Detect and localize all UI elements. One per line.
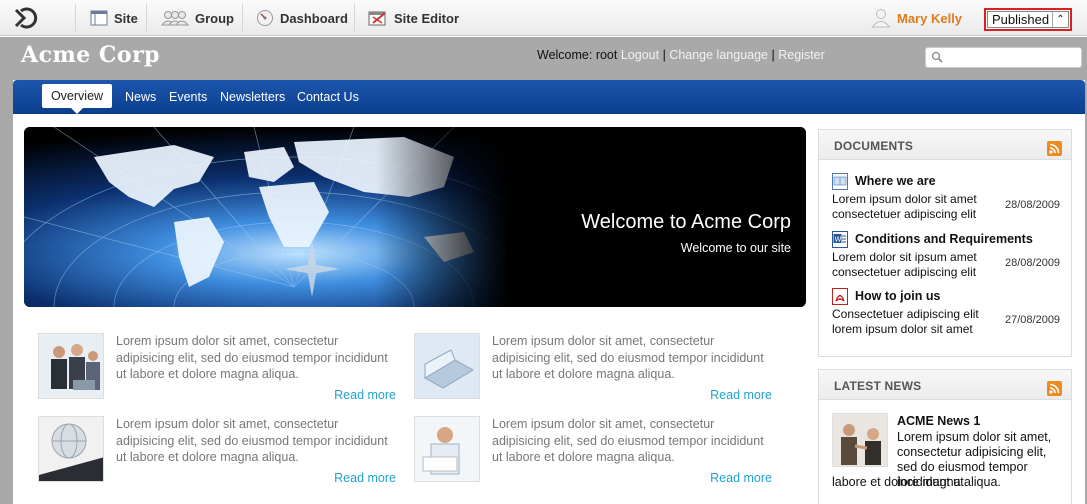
site-editor-icon [368, 11, 386, 26]
teaser-item: Lorem ipsum dolor sit amet, consectetur … [414, 416, 774, 486]
search-input[interactable] [946, 49, 1076, 66]
documents-panel-header: DOCUMENTS [819, 130, 1071, 160]
toolbar-divider [242, 4, 243, 32]
news-summary-continued: labore et dolore magna aliqua. [832, 475, 1001, 489]
nav-item-overview[interactable]: Overview [42, 84, 112, 114]
word-document-icon: W [832, 231, 848, 248]
teaser-text: Lorem ipsum dolor sit amet, consectetur … [492, 334, 764, 381]
toolbar-divider [354, 4, 355, 32]
pdf-icon [832, 288, 848, 305]
hero-banner: Welcome to Acme Corp Welcome to our site [24, 127, 806, 307]
news-title-link[interactable]: ACME News 1 [897, 414, 980, 428]
link-separator: | [662, 48, 666, 62]
site-editor-menu-label: Site Editor [394, 10, 460, 26]
site-menu-label: Site [114, 10, 138, 26]
register-link[interactable]: Register [778, 48, 825, 62]
user-name: Mary Kelly [897, 10, 963, 26]
teaser-item: Lorem ipsum dolor sit amet, consectetur … [414, 333, 774, 403]
documents-heading: DOCUMENTS [834, 139, 914, 153]
documents-panel: DOCUMENTS Where we are Lorem ipsum dolor… [818, 129, 1072, 357]
link-separator: | [771, 48, 775, 62]
nav-item-contact-us[interactable]: Contact Us [297, 90, 359, 104]
teaser-text: Lorem ipsum dolor sit amet, consectetur … [116, 334, 388, 381]
news-thumbnail[interactable] [832, 413, 888, 467]
document-link[interactable]: Where we are [855, 174, 936, 188]
spreadsheet-icon [832, 173, 848, 190]
search-box[interactable] [925, 47, 1082, 68]
main-navigation: Overview News Events Newsletters Contact… [13, 80, 1085, 114]
search-icon [931, 51, 943, 63]
read-more-link[interactable]: Read more [710, 388, 772, 402]
group-menu-label: Group [195, 10, 234, 26]
latest-news-heading: LATEST NEWS [834, 379, 922, 393]
group-menu-button[interactable]: Group [161, 0, 234, 36]
up-down-arrows-icon: ⌃ [1052, 12, 1068, 27]
read-more-link[interactable]: Read more [334, 471, 396, 485]
teaser-text: Lorem ipsum dolor sit amet, consectetur … [492, 417, 764, 464]
hero-title: Welcome to Acme Corp [581, 211, 791, 233]
nav-item-news[interactable]: News [125, 90, 156, 104]
document-date: 28/08/2009 [1005, 257, 1061, 269]
rss-feed-icon[interactable] [1047, 381, 1062, 396]
site-editor-menu-button[interactable]: Site Editor [368, 0, 459, 36]
document-description: Lorem ipsum dolor sit amet consectetuer … [832, 192, 977, 221]
welcome-user-text: Welcome: root [537, 48, 618, 62]
latest-news-panel-header: LATEST NEWS [819, 370, 1071, 400]
publish-state-value: Published [992, 12, 1050, 27]
site-menu-button[interactable]: Site [90, 0, 138, 36]
document-date: 28/08/2009 [1005, 199, 1061, 211]
site-frame: Acme Corp Welcome: root Logout | Change … [0, 37, 1087, 504]
teaser-item: Lorem ipsum dolor sit amet, consectetur … [38, 333, 398, 403]
nav-item-newsletters[interactable]: Newsletters [220, 90, 285, 104]
business-team-thumbnail[interactable] [38, 333, 104, 399]
document-description: Lorem dolor sit ipsum amet consectetuer … [832, 250, 977, 279]
group-icon [161, 11, 189, 26]
teaser-text: Lorem ipsum dolor sit amet, consectetur … [116, 417, 388, 464]
user-menu-button[interactable]: Mary Kelly [871, 0, 962, 36]
read-more-link[interactable]: Read more [334, 388, 396, 402]
hero-subtitle: Welcome to our site [680, 241, 791, 255]
globe-keyboard-thumbnail[interactable] [38, 416, 104, 482]
user-avatar-icon [871, 9, 891, 28]
admin-toolbar: Site Group Dashboard Site Editor Mary Ke… [0, 0, 1087, 36]
rss-feed-icon[interactable] [1047, 141, 1062, 156]
logout-link[interactable]: Logout [621, 48, 659, 62]
document-date: 27/08/2009 [1005, 314, 1061, 326]
site-icon [90, 10, 108, 26]
teaser-item: Lorem ipsum dolor sit amet, consectetur … [38, 416, 398, 486]
svg-text:W: W [835, 236, 842, 244]
document-link[interactable]: How to join us [855, 289, 940, 303]
dashboard-menu-button[interactable]: Dashboard [256, 0, 348, 36]
change-language-link[interactable]: Change language [669, 48, 768, 62]
exo-logo-icon[interactable] [12, 6, 38, 30]
nav-item-events[interactable]: Events [169, 90, 207, 104]
welcome-bar: Welcome: root Logout | Change language |… [537, 48, 825, 62]
toolbar-divider [75, 4, 76, 32]
dashboard-icon [257, 10, 273, 26]
businessman-reading-thumbnail[interactable] [414, 416, 480, 482]
dashboard-menu-label: Dashboard [280, 10, 348, 26]
read-more-link[interactable]: Read more [710, 471, 772, 485]
publish-state-select[interactable]: Published ⌃ [984, 8, 1072, 31]
toolbar-divider [146, 4, 147, 32]
site-title: Acme Corp [21, 42, 161, 68]
page-content: Overview News Events Newsletters Contact… [13, 80, 1085, 504]
laptop-thumbnail[interactable] [414, 333, 480, 399]
document-description: Consectetuer adipiscing elit lorem ipsum… [832, 307, 979, 336]
latest-news-panel: LATEST NEWS ACME News 1 Lorem ipsum dolo… [818, 369, 1072, 504]
document-link[interactable]: Conditions and Requirements [855, 232, 1033, 246]
